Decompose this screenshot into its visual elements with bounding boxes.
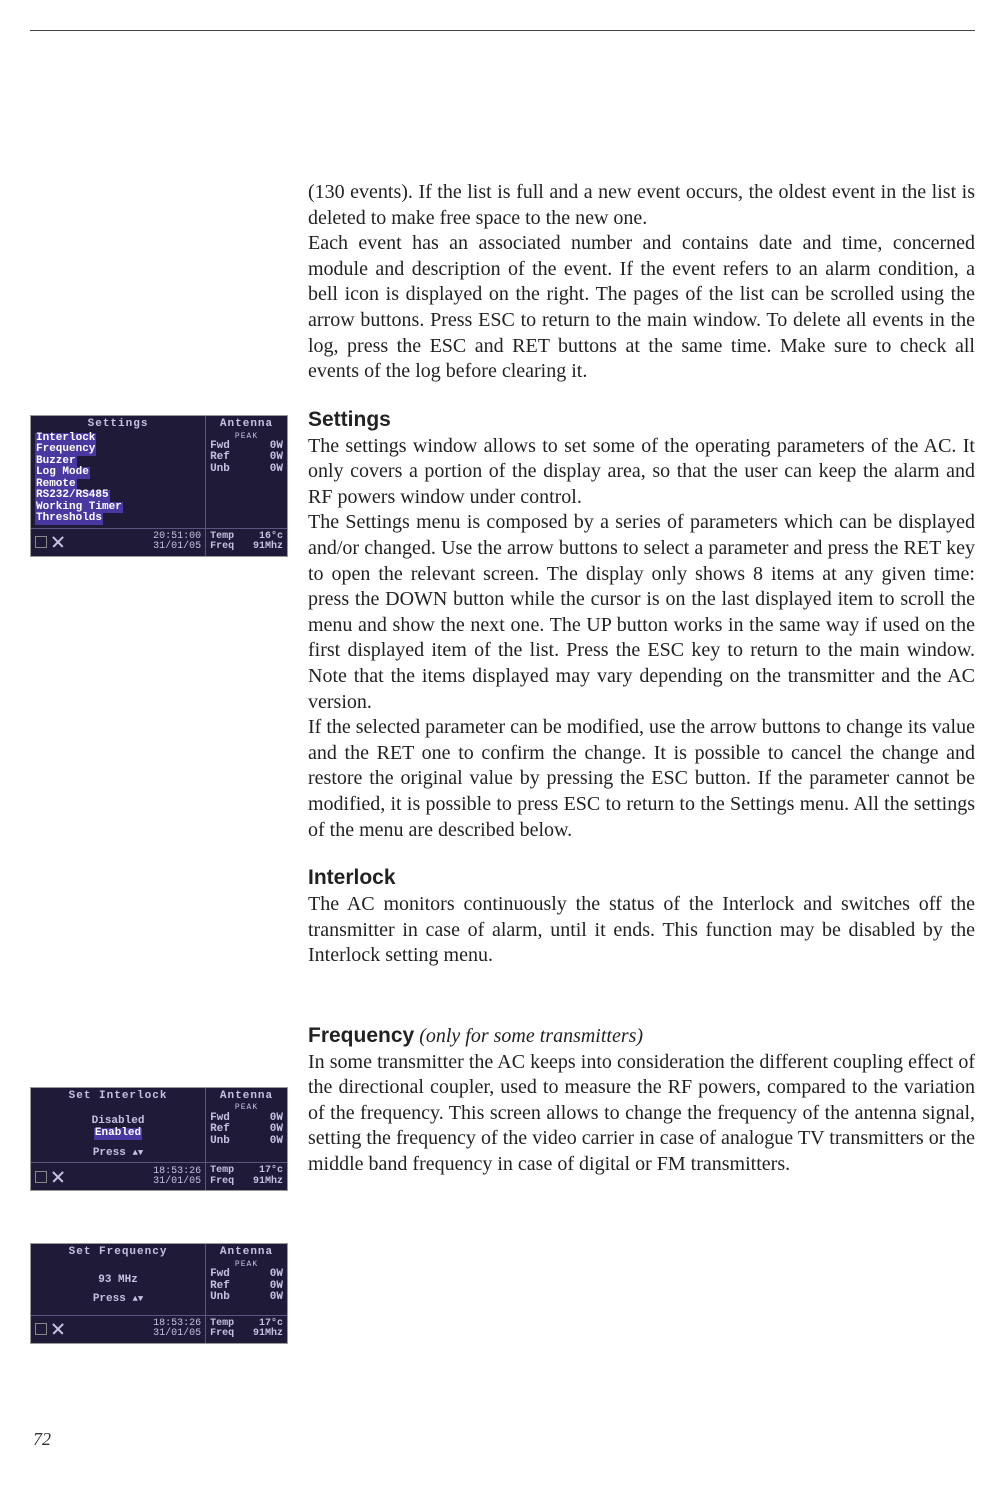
lcd3-date: 31/01/05: [153, 1329, 201, 1339]
lcd3-freq-value: 91Mhz: [253, 1329, 283, 1340]
intro-p2: Each event has an associated number and …: [308, 231, 975, 385]
square-icon: [35, 536, 47, 548]
lcd2-date: 31/01/05: [153, 1177, 201, 1187]
page-content: Settings Interlock Frequency Buzzer Log …: [0, 0, 1005, 1374]
lcd2-title: Set Interlock: [35, 1091, 201, 1105]
lcd-frequency-screenshot: Set Frequency 93 MHz Press ▲▼ Antenna PE…: [30, 1243, 288, 1344]
page-top-rule: [30, 30, 975, 31]
left-column: Settings Interlock Frequency Buzzer Log …: [30, 180, 290, 1374]
lcd3-fwd-label: Fwd: [210, 1269, 230, 1281]
page-number: 72: [33, 1429, 51, 1450]
intro-p1: (130 events). If the list is full and a …: [308, 180, 975, 231]
lcd1-freq-value: 91Mhz: [253, 542, 283, 553]
lcd2-freq-value: 91Mhz: [253, 1177, 283, 1188]
x-icon: [52, 1171, 64, 1183]
settings-p3: If the selected parameter can be modifie…: [308, 715, 975, 843]
lcd3-antenna-label: Antenna: [210, 1247, 283, 1261]
lcd3-value: 93 MHz: [35, 1275, 201, 1287]
lcd-settings-screenshot: Settings Interlock Frequency Buzzer Log …: [30, 415, 288, 557]
interlock-heading: Interlock: [308, 865, 975, 892]
lcd2-enabled: Enabled: [94, 1128, 142, 1140]
updown-icon: ▲▼: [132, 1148, 143, 1158]
lcd1-antenna-label: Antenna: [210, 419, 283, 433]
lcd1-freq-label: Freq: [210, 542, 234, 553]
frequency-note: (only for some transmitters): [419, 1025, 643, 1047]
lcd2-unb-label: Unb: [210, 1136, 230, 1148]
interlock-body: The AC monitors continuously the status …: [308, 892, 975, 969]
lcd3-press: Press: [93, 1293, 126, 1305]
lcd2-unb-value: 0W: [270, 1136, 283, 1148]
lcd2-antenna-label: Antenna: [210, 1091, 283, 1105]
square-icon: [35, 1171, 47, 1183]
lcd3-title: Set Frequency: [35, 1247, 201, 1261]
lcd2-press: Press: [93, 1147, 126, 1159]
lcd1-menu: Interlock Frequency Buzzer Log Mode Remo…: [35, 433, 201, 525]
lcd2-freq-label: Freq: [210, 1177, 234, 1188]
square-icon: [35, 1323, 47, 1335]
lcd3-unb-value: 0W: [270, 1292, 283, 1304]
lcd1-unb-label: Unb: [210, 464, 230, 476]
frequency-body: In some transmitter the AC keeps into co…: [308, 1050, 975, 1178]
x-icon: [52, 1323, 64, 1335]
lcd1-title: Settings: [35, 419, 201, 433]
lcd3-fwd-value: 0W: [270, 1269, 283, 1281]
lcd1-date: 31/01/05: [153, 542, 201, 552]
settings-p1: The settings window allows to set some o…: [308, 434, 975, 511]
settings-heading: Settings: [308, 407, 975, 434]
settings-p2: The Settings menu is composed by a serie…: [308, 510, 975, 715]
lcd1-item-logmode: Log Mode: [35, 467, 90, 479]
lcd3-freq-label: Freq: [210, 1329, 234, 1340]
updown-icon: ▲▼: [132, 1294, 143, 1304]
x-icon: [52, 536, 64, 548]
lcd1-item-frequency: Frequency: [35, 444, 96, 456]
lcd-interlock-screenshot: Set Interlock Disabled Enabled Press ▲▼ …: [30, 1087, 288, 1191]
lcd1-unb-value: 0W: [270, 464, 283, 476]
lcd3-unb-label: Unb: [210, 1292, 230, 1304]
right-column: (130 events). If the list is full and a …: [308, 180, 975, 1374]
frequency-heading: Frequency: [308, 1024, 414, 1047]
lcd1-item-thresholds: Thresholds: [35, 513, 103, 525]
